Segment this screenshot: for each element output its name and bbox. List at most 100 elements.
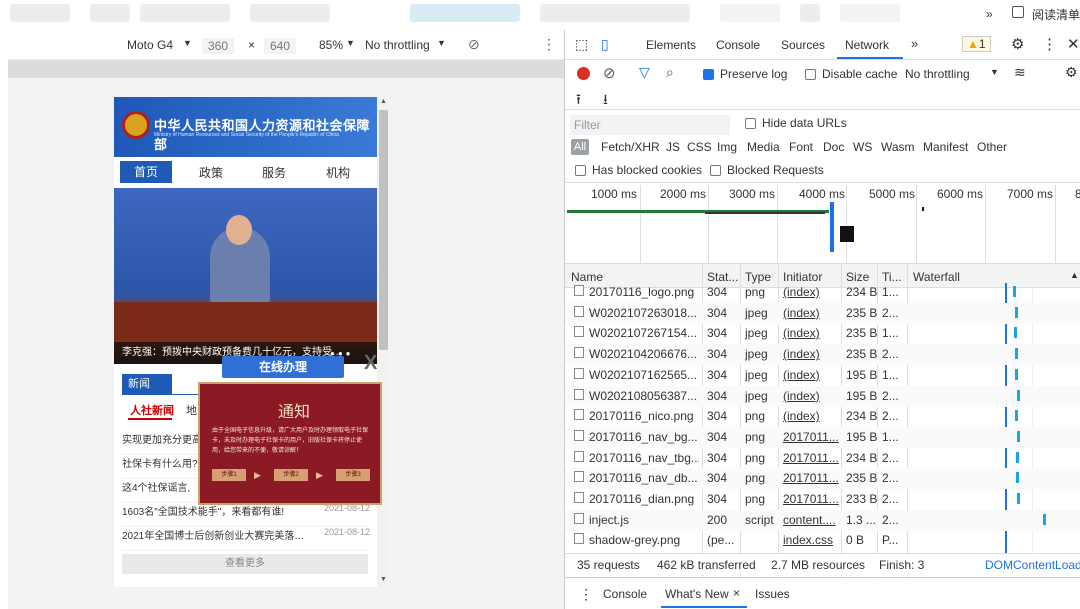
table-row[interactable]: W0202107162565... 304 jpeg (index) 195 B 1... bbox=[565, 365, 1080, 386]
list-item[interactable]: 1603名"全国技术能手"，来看都有谁! 2021-08-12 bbox=[122, 503, 370, 527]
scrollbar-thumb[interactable] bbox=[379, 110, 388, 350]
type-filter-doc[interactable]: Doc bbox=[823, 140, 844, 154]
table-row[interactable]: 20170116_nico.png 304 png (index) 234 B 2... bbox=[565, 406, 1080, 427]
scroll-down-icon[interactable]: ▼ bbox=[380, 576, 387, 583]
table-row[interactable]: shadow-grey.png (pe... index.css 0 B P... bbox=[565, 530, 1080, 551]
preserve-log-checkbox[interactable] bbox=[703, 69, 714, 80]
network-throttle-select[interactable]: No throttling bbox=[905, 67, 970, 81]
tab-console[interactable]: Console bbox=[716, 38, 760, 52]
cell-init[interactable]: (index) bbox=[783, 306, 820, 320]
hide-data-urls-checkbox[interactable] bbox=[745, 118, 756, 129]
cell-time: 2... bbox=[882, 450, 899, 465]
zoom-select[interactable]: 85% bbox=[319, 38, 343, 52]
cell-time: 1... bbox=[882, 285, 899, 299]
type-filter-media[interactable]: Media bbox=[747, 140, 780, 154]
sort-icon[interactable]: ▲ bbox=[1070, 270, 1079, 280]
scroll-up-icon[interactable]: ▲ bbox=[380, 98, 387, 105]
table-row[interactable]: W0202107267154... 304 jpeg (index) 235 B 1... bbox=[565, 323, 1080, 344]
close-icon[interactable]: ✕ bbox=[1067, 35, 1080, 53]
table-row[interactable]: W0202108056387... 304 jpeg (index) 195 B 2... bbox=[565, 385, 1080, 407]
table-row[interactable]: 20170116_nav_bg... 304 png 2017011... 195 B 1… bbox=[565, 426, 1080, 448]
cell-init[interactable]: content.... bbox=[783, 513, 836, 527]
disable-cache-checkbox[interactable] bbox=[805, 69, 816, 80]
cell-init[interactable]: 2017011... bbox=[783, 471, 839, 485]
filter-input[interactable]: Filter bbox=[570, 115, 730, 135]
cell-init[interactable]: (index) bbox=[783, 389, 820, 403]
cell-status: 304 bbox=[707, 471, 728, 486]
type-filter-js[interactable]: JS bbox=[666, 140, 680, 154]
tab-network[interactable]: Network bbox=[845, 38, 889, 52]
more-bookmarks-button[interactable]: » bbox=[986, 7, 993, 21]
cell-init[interactable]: 2017011... bbox=[783, 451, 839, 465]
nav-service[interactable]: 服务 bbox=[262, 164, 286, 181]
network-toolbar: ⊘ ▽ ⌕ Preserve log Disable cache No thro… bbox=[565, 60, 1080, 88]
cell-init[interactable]: 2017011... bbox=[783, 430, 839, 444]
nav-home[interactable]: 首页 bbox=[120, 161, 172, 183]
close-icon[interactable]: × bbox=[733, 586, 740, 600]
drawer-tab-whats-new[interactable]: What's New bbox=[665, 587, 729, 601]
list-item[interactable]: 2021年全国博士后创新创业大赛完美落… 2021-08-12 bbox=[122, 527, 370, 551]
nav-policy[interactable]: 政策 bbox=[199, 164, 223, 181]
tab-hr-news[interactable]: 人社新闻 bbox=[130, 402, 174, 418]
more-tabs-button[interactable]: » bbox=[911, 36, 918, 51]
wifi-settings-icon[interactable]: ≋ bbox=[1014, 64, 1026, 81]
width-input[interactable]: 360 bbox=[202, 38, 235, 54]
type-filter-font[interactable]: Font bbox=[789, 140, 813, 154]
nav-org[interactable]: 机构 bbox=[326, 164, 350, 181]
table-row[interactable]: W0202104206676... 304 jpeg (index) 235 B 2... bbox=[565, 344, 1080, 366]
table-row[interactable]: inject.js 200 script content.... 1.3 ... 2... bbox=[565, 509, 1080, 531]
more-options-icon[interactable]: ⋮ bbox=[542, 36, 556, 53]
table-row[interactable]: 20170116_dian.png 304 png 2017011... 233 B 2.… bbox=[565, 489, 1080, 510]
type-filter-img[interactable]: Img bbox=[717, 140, 737, 154]
tab-local[interactable]: 地 bbox=[186, 402, 197, 418]
more-options-icon[interactable]: ⋮ bbox=[1042, 35, 1057, 53]
blocked-cookies-checkbox[interactable] bbox=[575, 165, 586, 176]
cell-init[interactable]: (index) bbox=[783, 347, 820, 361]
online-service-button[interactable]: 在线办理 bbox=[222, 356, 344, 378]
reading-list-button[interactable]: 阅读清单 bbox=[1032, 6, 1080, 23]
type-filter-ws[interactable]: WS bbox=[853, 140, 872, 154]
more-options-icon[interactable]: ⋮ bbox=[579, 586, 593, 603]
drawer-tab-issues[interactable]: Issues bbox=[755, 587, 790, 601]
table-row[interactable]: 20170116_nav_tbg... 304 png 2017011... 234 B… bbox=[565, 448, 1080, 469]
cell-init[interactable]: (index) bbox=[783, 326, 820, 340]
cell-init[interactable]: index.css bbox=[783, 533, 833, 547]
cell-init[interactable]: 2017011... bbox=[783, 492, 839, 506]
height-input[interactable]: 640 bbox=[264, 38, 297, 54]
blocked-requests-checkbox[interactable] bbox=[710, 165, 721, 176]
tab-elements[interactable]: Elements bbox=[646, 38, 696, 52]
cell-init[interactable]: (index) bbox=[783, 368, 820, 382]
file-icon bbox=[574, 305, 584, 317]
throttle-select[interactable]: No throttling bbox=[365, 38, 430, 52]
type-filter-wasm[interactable]: Wasm bbox=[881, 140, 915, 154]
filter-icon[interactable]: ▽ bbox=[639, 64, 650, 81]
table-row[interactable]: 20170116_logo.png 304 png (index) 234 B 1... bbox=[565, 282, 1080, 303]
cell-type: png bbox=[745, 429, 766, 444]
gear-icon[interactable]: ⚙ bbox=[1065, 64, 1078, 81]
record-icon[interactable] bbox=[577, 67, 590, 80]
clear-icon[interactable]: ⊘ bbox=[603, 64, 616, 82]
type-filter-manifest[interactable]: Manifest bbox=[923, 140, 968, 154]
table-row[interactable]: W0202107263018... 304 jpeg (index) 235 B 2... bbox=[565, 302, 1080, 324]
cell-init[interactable]: (index) bbox=[783, 285, 820, 299]
more-button[interactable]: 查看更多 bbox=[122, 554, 368, 574]
rotate-icon[interactable]: ⊘ bbox=[468, 36, 480, 53]
import-har-icon[interactable]: ⭱ bbox=[576, 89, 581, 113]
cell-init[interactable]: (index) bbox=[783, 409, 820, 423]
cell-time: 1... bbox=[882, 367, 899, 382]
drawer-tab-console[interactable]: Console bbox=[603, 587, 647, 601]
device-toggle-icon[interactable]: ▯ bbox=[601, 36, 609, 53]
type-filter-css[interactable]: CSS bbox=[687, 140, 712, 154]
device-select[interactable]: Moto G4 bbox=[127, 38, 173, 52]
export-har-icon[interactable]: ⭳ bbox=[603, 89, 608, 113]
warning-badge[interactable]: ▲1 bbox=[962, 36, 991, 52]
type-filter-other[interactable]: Other bbox=[977, 140, 1007, 154]
close-icon[interactable]: X bbox=[364, 352, 377, 375]
search-icon[interactable]: ⌕ bbox=[666, 64, 674, 81]
gear-icon[interactable]: ⚙ bbox=[1011, 35, 1024, 53]
table-row[interactable]: 20170116_nav_db... 304 png 2017011... 235 B 2… bbox=[565, 468, 1080, 490]
type-filter-xhr[interactable]: Fetch/XHR bbox=[601, 140, 660, 154]
inspect-icon[interactable]: ⬚ bbox=[575, 36, 588, 53]
tab-sources[interactable]: Sources bbox=[781, 38, 825, 52]
type-filter-all[interactable]: All bbox=[571, 139, 589, 155]
